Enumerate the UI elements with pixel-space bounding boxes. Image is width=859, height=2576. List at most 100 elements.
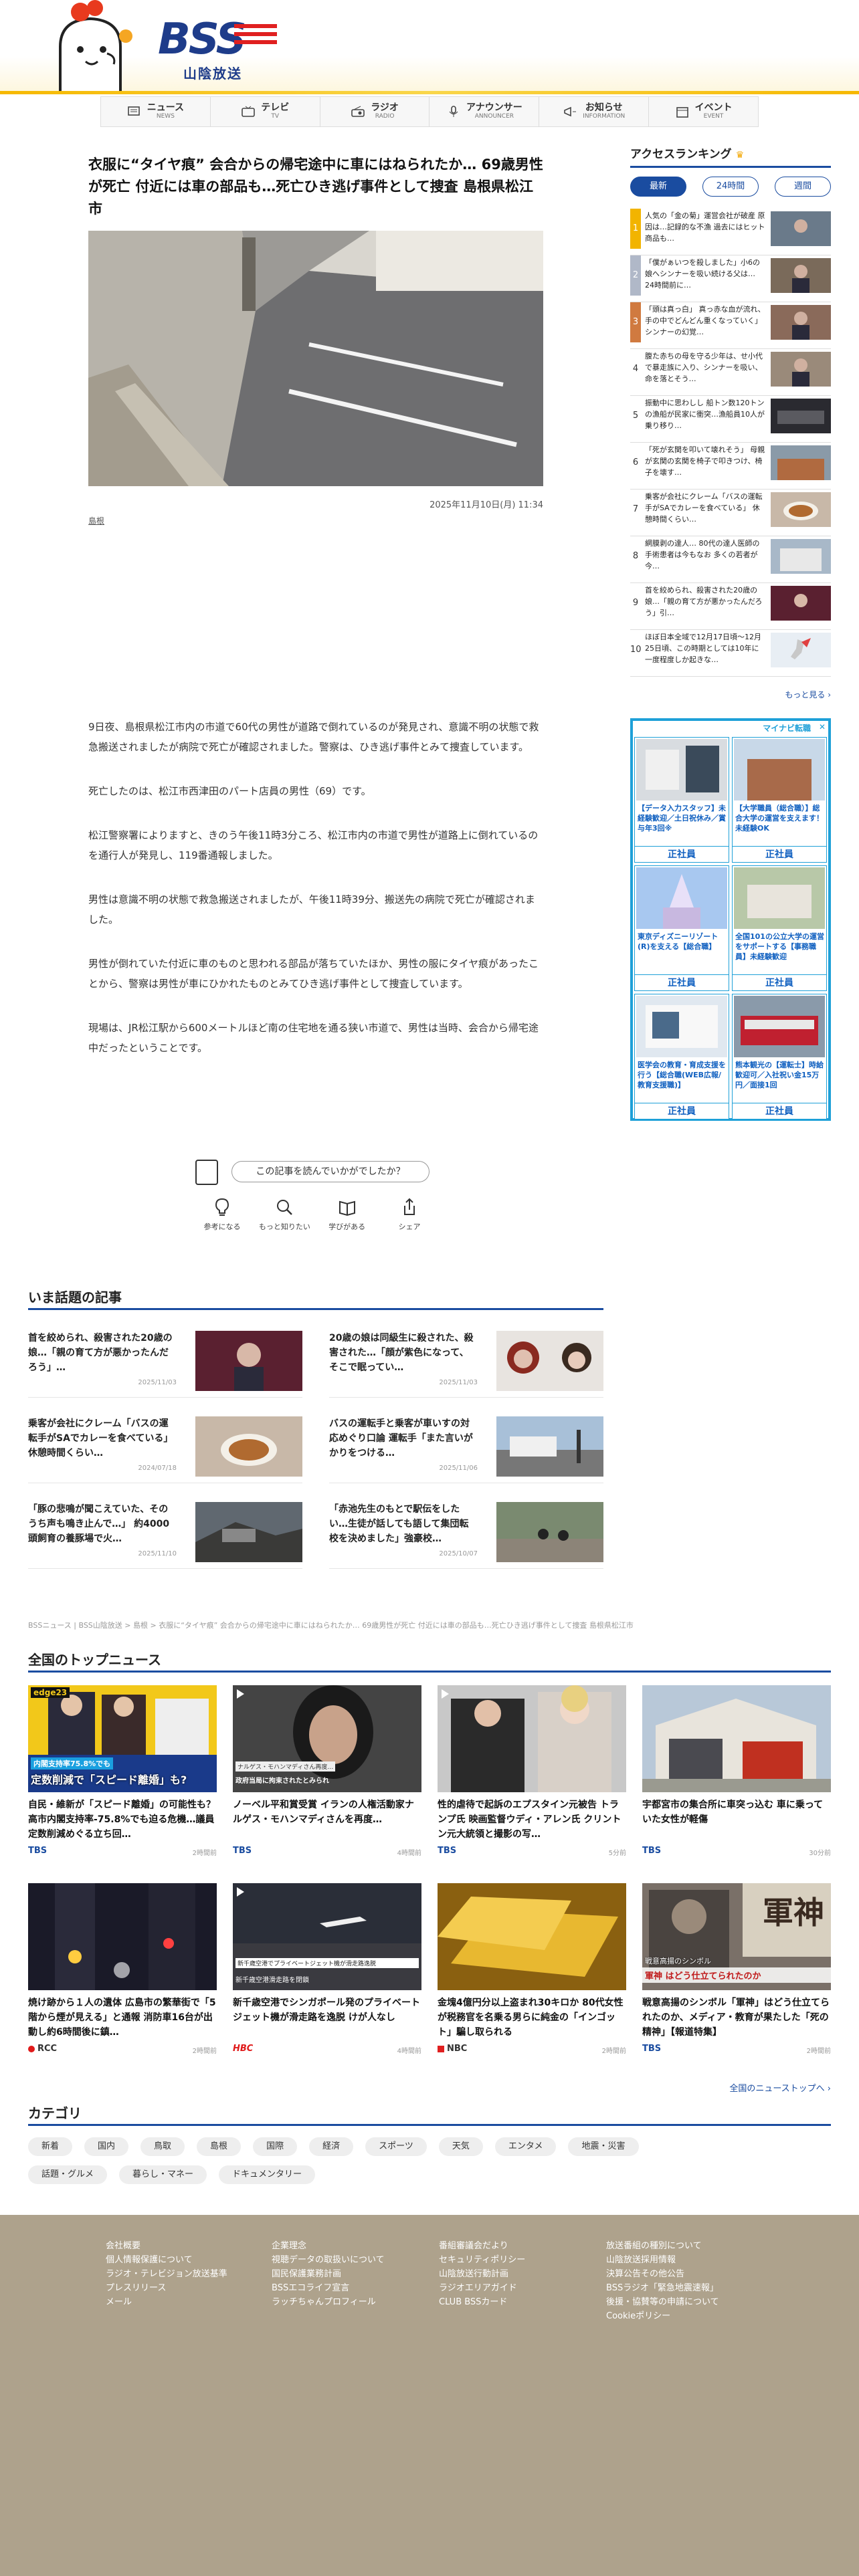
nav-news[interactable]: ニュース NEWS [100, 97, 211, 126]
ranking-item[interactable]: 7 乗客が会社にクレーム「バスの運転手がSAでカレーを食べている」 休憩時間くらい… [630, 490, 831, 536]
footer-link[interactable]: ラジオ・テレビジョン放送基準 [106, 2267, 227, 2281]
category-chip[interactable]: スポーツ [365, 2137, 427, 2156]
mascot-logo[interactable] [40, 0, 140, 94]
footer-link[interactable]: BSSエコライフ宣言 [272, 2281, 385, 2295]
ranking-item[interactable]: 4 腹た赤ちの母を守る少年は、せ小代で暴走族に入り、シンナーを吸い、命を落とそう… [630, 349, 831, 396]
top-news-card[interactable]: 新千歳空港でプライベートジェット機が滑走路逸脱 新千歳空港滑走路を閉鎖 新千歳空… [233, 1883, 421, 2056]
top-news-card[interactable]: 焼け跡から１人の遺体 広島市の繁華街で「5階から煙が見える」と通報 消防車16台… [28, 1883, 217, 2056]
footer-link[interactable]: メール [106, 2295, 227, 2309]
top-news-headline: 性的虐待で起訴のエプスタイン元被告 トランプ氏 映画監督ウディ・アレン氏 クリン… [438, 1800, 622, 1840]
footer-link[interactable]: BSSラジオ「緊急地震速報」 [606, 2281, 719, 2295]
top-news-card[interactable]: 宇都宮市の集合所に車突っ込む 車に乗っていた女性が軽傷 TBS 30分前 [642, 1685, 831, 1858]
ad-cell[interactable]: 【大学職員（総合職）】総合大学の運営を支えます！未経験OK 正社員 [732, 737, 827, 863]
ad-cell[interactable]: 熊本観光の【運転士】時給歓迎可／入社祝い金15万円／面接1回 正社員 [732, 994, 827, 1119]
ad-cell-title: 全国101の公立大学の運営をサポートする【事務職員】未経験歓迎 [735, 932, 824, 961]
ad-cell-button[interactable]: 正社員 [733, 1103, 826, 1119]
hot-article[interactable]: バスの運転手と乗客が車いすの対応めぐり口論 運転手「また言いがかりをつける… 2… [329, 1416, 603, 1483]
category-chip[interactable]: 国際 [253, 2137, 298, 2156]
ranking-item[interactable]: 2 「僕がぁいつを殺しました」小6の娘へシンナーを吸い続ける父は… 24時間前に… [630, 255, 831, 302]
top-news-card[interactable]: 軍神 戦意高揚のシンボル 軍神 はどう仕立てられたのか 戦意高揚のシンボル「軍神… [642, 1883, 831, 2056]
category-chip[interactable]: エンタメ [494, 2137, 557, 2156]
hot-article[interactable]: 「赤池先生のもとで駅伝をしたい…生徒が話しても語して集団転校を決めました」強豪校… [329, 1502, 603, 1569]
category-chip[interactable]: 鳥取 [140, 2137, 185, 2156]
top-news-caption: 新千歳空港でプライベートジェット機が滑走路逸脱 [235, 1958, 419, 1968]
ad-cell-button[interactable]: 正社員 [635, 1103, 729, 1119]
nav-radio[interactable]: ラジオ RADIO [320, 97, 430, 126]
top-news-card[interactable]: edge23 内閣支持率75.8%でも 定数削減で「スピード離婚」も? 自民・維… [28, 1685, 217, 1858]
tab-latest[interactable]: 最新 [630, 177, 686, 197]
ranking-item[interactable]: 9 首を絞められ、殺害された20歳の娘…「親の育て方が悪かったんだろう」引… [630, 583, 831, 630]
category-chips: 新着 国内 鳥取 島根 国際 経済 スポーツ 天気 エンタメ 地震・災害 話題・グルメ 暮らし・マネ… [28, 2137, 831, 2193]
top-news-card[interactable]: ナルゲス・モハンマディさん再度… 政府当局に拘束されたとみられ ノーベル平和賞受… [233, 1685, 421, 1858]
ranking-item[interactable]: 3 「頭は真っ白」 真っ赤な血が流れ、手の中でどんどん重くなっていく」 シンナーの… [630, 302, 831, 349]
hot-article[interactable]: 首を絞められ、殺害された20歳の娘…「親の育て方が悪かったんだろう」… 2025… [28, 1331, 302, 1398]
footer-link[interactable]: セキュリティポリシー [439, 2253, 525, 2267]
ad-cell-button[interactable]: 正社員 [733, 974, 826, 990]
hot-article[interactable]: 20歳の娘は同級生に殺された、殺害された…「顔が紫色になって、そこで眠ってい… … [329, 1331, 603, 1398]
job-ad-banner[interactable]: マイナビ転職 ✕ 【データ入力スタッフ】未経験歓迎／土日祝休み／賞与年3回※ 正社… [630, 718, 831, 1121]
reaction-helpful[interactable]: 参考になる [195, 1197, 249, 1232]
category-chip[interactable]: 新着 [28, 2137, 73, 2156]
nav-information[interactable]: お知らせ INFORMATION [539, 97, 650, 126]
nav-announcer[interactable]: アナウンサー ANNOUNCER [430, 97, 540, 126]
tab-weekly[interactable]: 週間 [775, 177, 831, 197]
rank-number: 9 [632, 598, 639, 608]
ranking-more-link[interactable]: もっと見る › [630, 689, 831, 700]
ranking-item[interactable]: 10 ほぼ日本全域で12月17日頃〜12月25日頃、この時期としては10年に一度程… [630, 630, 831, 677]
footer-link[interactable]: ラッチちゃんプロフィール [272, 2295, 385, 2309]
ad-cell[interactable]: 医学会の教育・育成支援を行う【総合職(WEB広報/教育支援職)】 正社員 [634, 994, 729, 1119]
category-title: カテゴリ [28, 2105, 82, 2121]
top-news-time: 4時間前 [397, 2048, 421, 2055]
category-chip[interactable]: 話題・グルメ [28, 2165, 108, 2184]
breadcrumb[interactable]: BSSニュース | BSS山陰放送 > 島根 > 衣服に“タイヤ痕” 会合からの… [28, 1620, 634, 1630]
ad-cell-button[interactable]: 正社員 [733, 846, 826, 862]
category-chip[interactable]: 島根 [197, 2137, 242, 2156]
ranking-item[interactable]: 1 人気の「金の菊」運営会社が破産 原因は…記録的な不漁 過去にはヒット商品も… [630, 209, 831, 255]
footer-link[interactable]: 国民保護業務計画 [272, 2267, 385, 2281]
article-paragraph: 松江警察署によりますと、きのう午後11時3分ころ、松江市内の市道で男性が道路上に… [88, 829, 539, 861]
footer-link[interactable]: 山陰放送採用情報 [606, 2253, 719, 2267]
hot-article[interactable]: 乗客が会社にクレーム「バスの運転手がSAでカレーを食べている」 休憩時間くらい…… [28, 1416, 302, 1483]
footer-link[interactable]: 後援・協賛等の申請について [606, 2295, 719, 2309]
ad-cell-button[interactable]: 正社員 [635, 974, 729, 990]
article-tag-link[interactable]: 島根 [88, 515, 104, 526]
rank-number: 7 [632, 504, 639, 514]
footer-link[interactable]: 会社概要 [106, 2239, 227, 2253]
hot-article[interactable]: 「豚の悲鳴が聞こえていた、そのうち声も鳴き止んで…」 約4000頭飼育の養豚場で… [28, 1502, 302, 1569]
bss-logo[interactable]: BSS 山陰放送 [154, 13, 281, 82]
footer-link[interactable]: CLUB BSSカード [439, 2295, 525, 2309]
reaction-want-more[interactable]: もっと知りたい [258, 1197, 311, 1232]
ad-cell[interactable]: 【データ入力スタッフ】未経験歓迎／土日祝休み／賞与年3回※ 正社員 [634, 737, 729, 863]
footer-link[interactable]: 個人情報保護について [106, 2253, 227, 2267]
category-chip[interactable]: 暮らし・マネー [119, 2165, 207, 2184]
footer-link[interactable]: 番組審議会だより [439, 2239, 525, 2253]
more-national-news-link[interactable]: 全国のニューストップへ › [729, 2081, 831, 2094]
ad-cell[interactable]: 全国101の公立大学の運営をサポートする【事務職員】未経験歓迎正社員 [732, 865, 827, 991]
category-chip[interactable]: ドキュメンタリー [219, 2165, 316, 2184]
footer-link[interactable]: Cookieポリシー [606, 2309, 719, 2323]
ad-cell-button[interactable]: 正社員 [635, 846, 729, 862]
ad-close-icon[interactable]: ✕ [819, 722, 826, 732]
category-chip[interactable]: 地震・災害 [568, 2137, 639, 2156]
nav-event[interactable]: イベント EVENT [649, 97, 759, 126]
footer-link[interactable]: プレスリリース [106, 2281, 227, 2295]
ad-cell[interactable]: 東京ディズニーリゾート(R)を支える【総合職】 正社員 [634, 865, 729, 991]
nav-tv[interactable]: テレビ TV [211, 97, 320, 126]
top-news-card[interactable]: 性的虐待で起訴のエプスタイン元被告 トランプ氏 映画監督ウディ・アレン氏 クリン… [438, 1685, 626, 1858]
footer-link[interactable]: 山陰放送行動計画 [439, 2267, 525, 2281]
tab-24h[interactable]: 24時間 [702, 177, 759, 197]
category-chip[interactable]: 国内 [84, 2137, 129, 2156]
reaction-learn[interactable]: 学びがある [320, 1197, 374, 1232]
reaction-share[interactable]: シェア [383, 1197, 436, 1232]
top-news-card[interactable]: 金塊4億円分以上盗まれ30キロか 80代女性が税務官を名乗る男らに純金の「インゴ… [438, 1883, 626, 2056]
ranking-item[interactable]: 6 「死が玄関を叩いて壊れそう」 母親が玄関の玄関を椅子で叩きつけ、椅子を壊す… [630, 443, 831, 490]
category-chip[interactable]: 経済 [309, 2137, 354, 2156]
footer-link[interactable]: ラジオエリアガイド [439, 2281, 525, 2295]
footer-link[interactable]: 決算公告その他公告 [606, 2267, 719, 2281]
ranking-item[interactable]: 5 振動中に思わしし 船トン数120トンの漁船が民家に衝突…漁船員10人が乗り移り… [630, 396, 831, 443]
ranking-item[interactable]: 8 網膜剥の達人… 80代の達人医師の手術患者は今もなお 多くの若者が今… [630, 536, 831, 583]
category-chip[interactable]: 天気 [438, 2137, 483, 2156]
footer-link[interactable]: 視聴データの取扱いについて [272, 2253, 385, 2267]
footer-link[interactable]: 企業理念 [272, 2239, 385, 2253]
footer-link[interactable]: 放送番組の種別について [606, 2239, 719, 2253]
